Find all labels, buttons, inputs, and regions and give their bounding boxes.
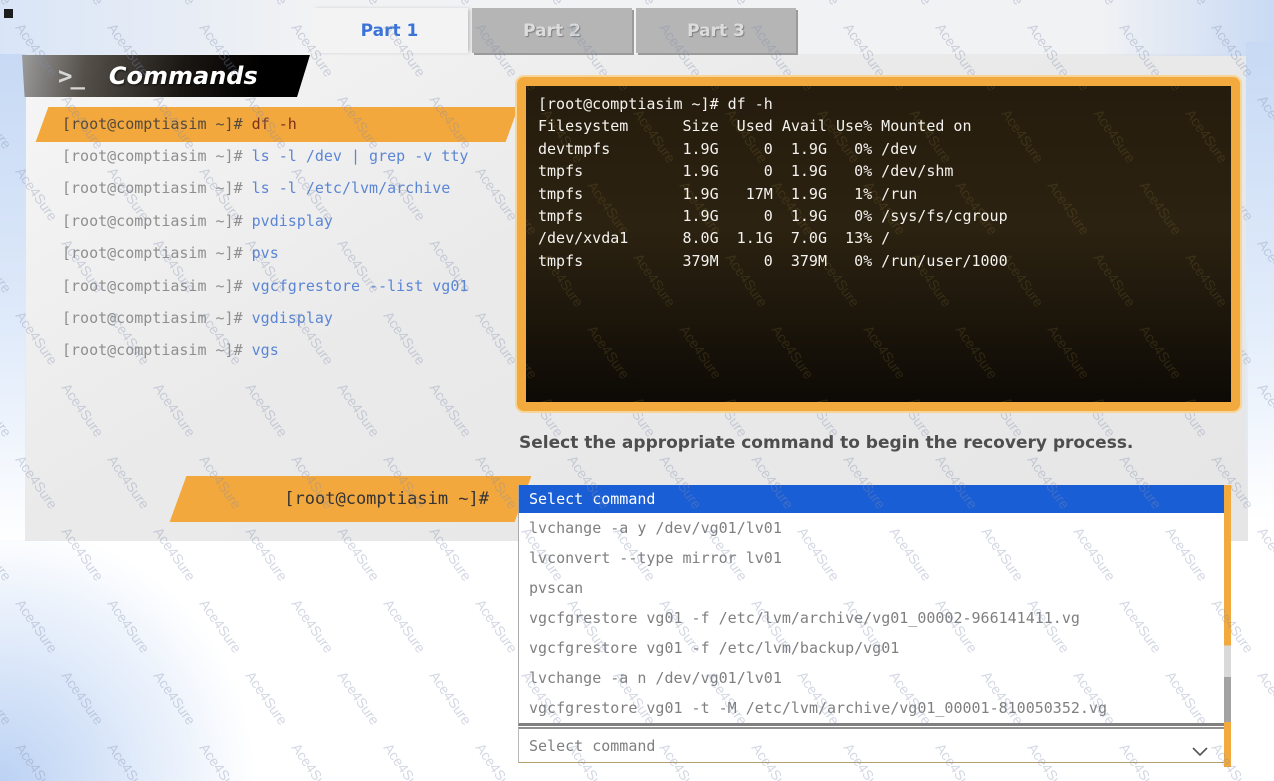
command-text: vgcfgrestore --list vg01 [252, 277, 469, 295]
watermark-text: Ace4Sure [517, 322, 541, 382]
corner-square-mark [4, 9, 13, 18]
shell-prompt: [root@comptiasim ~]# [62, 244, 252, 262]
command-history-item[interactable]: [root@comptiasim ~]# ls -l /dev | grep -… [62, 139, 468, 172]
watermark-text: Ace4Sure [473, 596, 521, 656]
dropdown-scrollbar[interactable] [1224, 485, 1231, 767]
watermark-text: Ace4Sure [197, 740, 245, 781]
watermark-text: Ace4Sure [105, 740, 153, 781]
command-history-item[interactable]: [root@comptiasim ~]# vgcfgrestore --list… [62, 269, 468, 302]
exam-simulation-page: Part 1Part 2Part 3 >_ Commands [root@com… [0, 0, 1274, 781]
watermark-text: Ace4Sure [381, 596, 429, 656]
dropdown-option[interactable]: lvchange -a n /dev/vg01/lv01 [519, 663, 1224, 693]
watermark-text: Ace4Sure [1229, 322, 1240, 382]
watermark-text: Ace4Sure [105, 596, 153, 656]
watermark-text: Ace4Sure [151, 668, 199, 728]
watermark-text: Ace4Sure [585, 322, 633, 382]
command-text: ls -l /dev | grep -v tty [252, 147, 469, 165]
shell-prompt: [root@comptiasim ~]# [62, 277, 252, 295]
command-text: vgs [252, 341, 279, 359]
shell-prompt: [root@comptiasim ~]# [62, 309, 252, 327]
watermark-text: Ace4Sure [335, 668, 383, 728]
command-history-item[interactable]: [root@comptiasim ~]# ls -l /etc/lvm/arch… [62, 172, 450, 205]
shell-prompt: [root@comptiasim ~]# [62, 147, 252, 165]
instruction-text: Select the appropriate command to begin … [519, 433, 1239, 453]
watermark-text: Ace4Sure [13, 596, 61, 656]
terminal-output: [root@comptiasim ~]# df -h Filesystem Si… [526, 86, 1231, 279]
tab-part-2[interactable]: Part 2 [472, 8, 632, 53]
command-text: pvs [252, 244, 279, 262]
edge-tint-left [0, 54, 26, 546]
watermark-text: Ace4Sure [1255, 380, 1274, 440]
watermark-text: Ace4Sure [907, 394, 955, 411]
command-dropdown-list: Select command lvchange -a y /dev/vg01/l… [518, 485, 1224, 726]
watermark-text: Ace4Sure [539, 394, 587, 411]
watermark-text: Ace4Sure [59, 668, 107, 728]
watermark-text: Ace4Sure [1091, 394, 1139, 411]
watermark-text: Ace4Sure [1045, 322, 1093, 382]
watermark-text: Ace4Sure [13, 740, 61, 781]
watermark-text: Ace4Sure [677, 322, 725, 382]
prompt-banner-text: [root@comptiasim ~]# [178, 476, 523, 522]
watermark-text: Ace4Sure [1255, 92, 1274, 152]
watermark-text: Ace4Sure [381, 740, 429, 781]
dropdown-option[interactable]: vgcfgrestore vg01 -f /etc/lvm/backup/vg0… [519, 633, 1224, 663]
tab-part-3[interactable]: Part 3 [636, 8, 796, 53]
watermark-text: Ace4Sure [473, 740, 521, 781]
watermark-text: Ace4Sure [1255, 236, 1274, 296]
dropdown-option[interactable]: vgcfgrestore vg01 -f /etc/lvm/archive/vg… [519, 603, 1224, 633]
dropdown-highlighted-option[interactable]: Select command [519, 485, 1224, 513]
dropdown-option[interactable]: vgcfgrestore vg01 -t -M /etc/lvm/archive… [519, 693, 1224, 723]
command-text: df -h [252, 115, 297, 133]
shell-prompt: [root@comptiasim ~]# [62, 179, 252, 197]
commands-title: Commands [109, 62, 258, 90]
watermark-text: Ace4Sure [1255, 668, 1274, 728]
command-history-item[interactable]: [root@comptiasim ~]# pvdisplay [62, 204, 333, 237]
watermark-text: Ace4Sure [243, 668, 291, 728]
terminal-window: Ace4Sure Ace4Sure Ace4Sure Ace4Sure Ace4Sure… [517, 77, 1240, 411]
watermark-text: Ace4Sure [631, 394, 679, 411]
command-history-item[interactable]: [root@comptiasim ~]# pvs [62, 237, 279, 270]
watermark-text: Ace4Sure [815, 394, 863, 411]
watermark-text: Ace4Sure [0, 668, 15, 728]
watermark-text: Ace4Sure [0, 236, 15, 296]
tab-part-1[interactable]: Part 1 [311, 8, 468, 53]
commands-banner: >_ Commands [22, 55, 310, 97]
watermark-text: Ace4Sure [0, 380, 15, 440]
prompt-banner: [root@comptiasim ~]# [170, 476, 532, 522]
command-select-collapsed[interactable]: Select command [518, 727, 1224, 763]
edge-tint-bottom-left [0, 540, 260, 781]
watermark-text: Ace4Sure [289, 740, 337, 781]
select-value: Select command [519, 737, 655, 755]
dropdown-option[interactable]: pvscan [519, 573, 1224, 603]
terminal-prompt-icon: >_ [58, 62, 83, 90]
command-text: vgdisplay [252, 309, 333, 327]
shell-prompt: [root@comptiasim ~]# [62, 212, 252, 230]
watermark-text: Ace4Sure [289, 596, 337, 656]
edge-tint-right [1246, 42, 1274, 522]
watermark-text: Ace4Sure [1183, 394, 1231, 411]
command-history-item[interactable]: [root@comptiasim ~]# vgs [62, 334, 279, 367]
dropdown-option[interactable]: lvchange -a y /dev/vg01/lv01 [519, 513, 1224, 543]
watermark-text: Ace4Sure [1137, 322, 1185, 382]
command-history-item[interactable]: [root@comptiasim ~]# vgdisplay [62, 301, 333, 334]
watermark-text: Ace4Sure [1255, 524, 1274, 584]
watermark-text: Ace4Sure [197, 596, 245, 656]
dropdown-option[interactable]: lvconvert --type mirror lv01 [519, 543, 1224, 573]
command-text: ls -l /etc/lvm/archive [252, 179, 451, 197]
shell-prompt: [root@comptiasim ~]# [62, 341, 252, 359]
watermark-text: Ace4Sure [769, 322, 817, 382]
watermark-text: Ace4Sure [723, 394, 771, 411]
shell-prompt: [root@comptiasim ~]# [62, 115, 252, 133]
watermark-text: Ace4Sure [427, 668, 475, 728]
watermark-text: Ace4Sure [861, 322, 909, 382]
dropdown-options: lvchange -a y /dev/vg01/lv01lvconvert --… [519, 513, 1224, 723]
command-text: pvdisplay [252, 212, 333, 230]
watermark-text: Ace4Sure [0, 92, 15, 152]
chevron-down-icon [1192, 742, 1208, 761]
watermark-text: Ace4Sure [999, 394, 1047, 411]
command-history-item[interactable]: [root@comptiasim ~]# df -h [62, 107, 297, 140]
watermark-text: Ace4Sure [0, 524, 15, 584]
watermark-text: Ace4Sure [953, 322, 1001, 382]
